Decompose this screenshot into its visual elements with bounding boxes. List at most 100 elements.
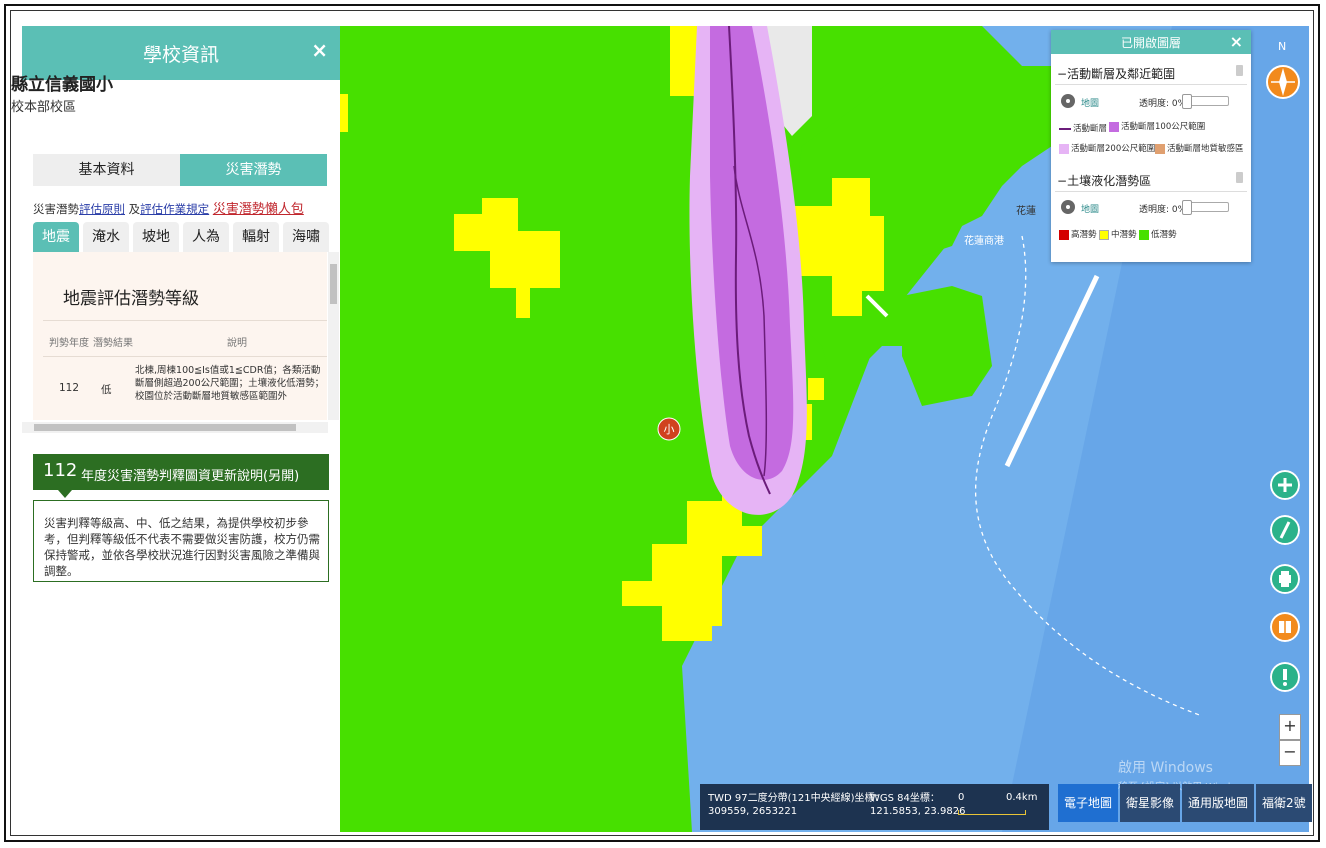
panel-title: 學校資訊 — [142, 44, 219, 66]
scale-end: 0.4km — [1006, 792, 1038, 803]
header-year: 判勢年度 — [49, 338, 89, 349]
link-hazard-summary[interactable]: 災害潛勢懶人包 — [213, 202, 304, 217]
eye-icon[interactable] — [1061, 94, 1075, 108]
tab-manmade[interactable]: 人為 — [183, 222, 229, 252]
row-result: 低 — [101, 384, 112, 396]
legend-title: 已開啟圖層 — [1120, 36, 1181, 50]
info-tabs: 基本資料 災害潛勢 — [33, 154, 327, 186]
mid-blob-5 — [670, 26, 698, 96]
tab-tsunami[interactable]: 海嘯 — [283, 222, 329, 252]
links-prefix: 災害潛勢 — [33, 202, 79, 216]
legend-section-fault: −活動斷層及鄰近範圍 — [1055, 60, 1247, 85]
trash-icon[interactable] — [1236, 65, 1243, 76]
row-desc: 北棟,周棟100≦Is值或1≦CDR值；各類活動斷層側超過200公尺範圍；土壤液… — [135, 365, 325, 402]
horizontal-scrollbar[interactable] — [22, 422, 328, 433]
print-icon[interactable] — [1270, 564, 1300, 594]
links-mid: 及 — [125, 202, 141, 216]
header-result: 潛勢結果 — [93, 338, 133, 349]
low-swatch — [1139, 229, 1149, 240]
link-assessment-rules[interactable]: 評估作業規定 — [140, 202, 209, 216]
wgs-coords: WGS 84坐標： 121.5853, 23.9826 — [870, 792, 965, 818]
divider — [43, 356, 327, 357]
info-alert-icon[interactable] — [1270, 662, 1300, 692]
swatch-fault-sensitive: 活動斷層地質敏感區 — [1155, 142, 1244, 154]
wgs-value: 121.5853, 23.9826 — [870, 806, 966, 817]
vertical-scrollbar[interactable] — [328, 252, 339, 420]
tab-flood[interactable]: 淹水 — [83, 222, 129, 252]
campus-name: 校本部校區 — [11, 100, 77, 115]
update-notice-bar[interactable]: 112 年度災害潛勢判釋圖資更新說明(另開) — [33, 454, 329, 490]
compass-icon[interactable] — [1266, 58, 1300, 104]
layer-legend-panel: 已開啟圖層 × −活動斷層及鄰近範圍 地圖 透明度: 0% 活動斷層 活動斷層1… — [1051, 30, 1251, 262]
slider-knob[interactable] — [1182, 200, 1192, 215]
zoom-out-button[interactable]: − — [1279, 740, 1301, 766]
update-text: 年度災害潛勢判釋圖資更新說明(另開) — [81, 469, 300, 484]
section-title-fault: −活動斷層及鄰近範圍 — [1057, 67, 1176, 81]
basemap-switcher: 電子地圖 衛星影像 通用版地圖 福衛2號 — [1058, 784, 1312, 822]
fault-200-swatch — [1059, 143, 1069, 154]
swatch-high: 高潛勢 — [1059, 228, 1097, 240]
scroll-thumb[interactable] — [34, 424, 296, 431]
fault-line-swatch — [1059, 127, 1071, 130]
twd-label: TWD 97二度分帶(121中央經線)坐標： — [708, 793, 885, 804]
update-arrow — [58, 490, 72, 498]
divider — [43, 320, 327, 321]
swatch-fault-200: 活動斷層200公尺範圍 — [1059, 142, 1155, 154]
basemap-electronic[interactable]: 電子地圖 — [1058, 784, 1119, 822]
basemap-formosat2[interactable]: 福衛2號 — [1256, 784, 1312, 822]
mid-swatch — [1099, 229, 1109, 240]
windows-watermark: 啟用 Windows — [1118, 760, 1213, 776]
update-year: 112 — [43, 460, 78, 481]
tab-earthquake[interactable]: 地震 — [33, 222, 79, 252]
layer-label: 地圖 — [1081, 205, 1100, 215]
legend-close-button[interactable]: × — [1230, 32, 1243, 51]
opacity-label: 透明度: 0% — [1139, 99, 1187, 109]
scale-bar — [958, 810, 1026, 815]
slider-knob[interactable] — [1182, 94, 1192, 109]
label-port: 花蓮商港 — [964, 236, 1004, 247]
basemap-satellite[interactable]: 衛星影像 — [1120, 784, 1181, 822]
mid-blob-4 — [340, 94, 348, 132]
swatch-fault-line: 活動斷層 — [1059, 122, 1107, 134]
section-title-liquefaction: −土壤液化潛勢區 — [1057, 174, 1152, 188]
tab-basic-info[interactable]: 基本資料 — [33, 154, 180, 186]
twd-coords: TWD 97二度分帶(121中央經線)坐標： 309559, 2653221 — [708, 792, 885, 818]
fault-sensitive-swatch — [1155, 143, 1165, 154]
tab-slope[interactable]: 坡地 — [133, 222, 179, 252]
header-desc: 說明 — [227, 338, 247, 349]
measure-tool-icon[interactable] — [1270, 515, 1300, 545]
coordinate-bar: TWD 97二度分帶(121中央經線)坐標： 309559, 2653221 WG… — [700, 784, 1049, 830]
tab-radiation[interactable]: 輻射 — [233, 222, 279, 252]
link-assessment-principles[interactable]: 評估原則 — [79, 202, 125, 216]
layer-label: 地圖 — [1081, 99, 1100, 109]
eye-icon[interactable] — [1061, 200, 1075, 214]
hazard-links: 災害潛勢評估原則 及評估作業規定 災害潛勢懶人包 — [33, 198, 304, 217]
swatch-low: 低潛勢 — [1139, 228, 1177, 240]
school-marker-label[interactable]: 小 — [662, 421, 676, 437]
zoom-in-tool-icon[interactable] — [1270, 470, 1300, 500]
opacity-label: 透明度: 0% — [1139, 205, 1187, 215]
fault-100-swatch — [1109, 121, 1119, 132]
hazard-type-tabs: 地震 淹水 坡地 人為 輻射 海嘯 — [33, 222, 329, 252]
scroll-thumb[interactable] — [330, 264, 337, 304]
basemap-general[interactable]: 通用版地圖 — [1182, 784, 1255, 822]
trash-icon[interactable] — [1236, 172, 1243, 183]
opacity-slider[interactable] — [1182, 200, 1229, 215]
tab-hazard-potential[interactable]: 災害潛勢 — [180, 154, 327, 186]
legend-header: 已開啟圖層 × — [1051, 30, 1251, 54]
opacity-slider[interactable] — [1182, 94, 1229, 109]
book-icon[interactable] — [1270, 612, 1300, 642]
swatch-fault-100: 活動斷層100公尺範圍 — [1109, 120, 1205, 132]
zoom-in-button[interactable]: + — [1279, 714, 1301, 740]
high-swatch — [1059, 229, 1069, 240]
scale-start: 0 — [958, 792, 965, 803]
north-label: N — [1278, 40, 1287, 53]
earthquake-content: 地震評估潛勢等級 判勢年度 潛勢結果 說明 112 低 北棟,周棟100≦Is值… — [33, 252, 327, 420]
content-title: 地震評估潛勢等級 — [63, 289, 199, 309]
label-hualien: 花蓮 — [1016, 206, 1036, 217]
legend-section-liquefaction: −土壤液化潛勢區 — [1055, 167, 1247, 192]
panel-close-button[interactable]: × — [311, 38, 328, 62]
school-name: 縣立信義國小 — [11, 75, 113, 95]
disclaimer-note: 災害判釋等級高、中、低之結果，為提供學校初步參考，但判釋等級低不代表不需要做災害… — [33, 500, 329, 582]
mid-blob-1 — [454, 198, 560, 318]
